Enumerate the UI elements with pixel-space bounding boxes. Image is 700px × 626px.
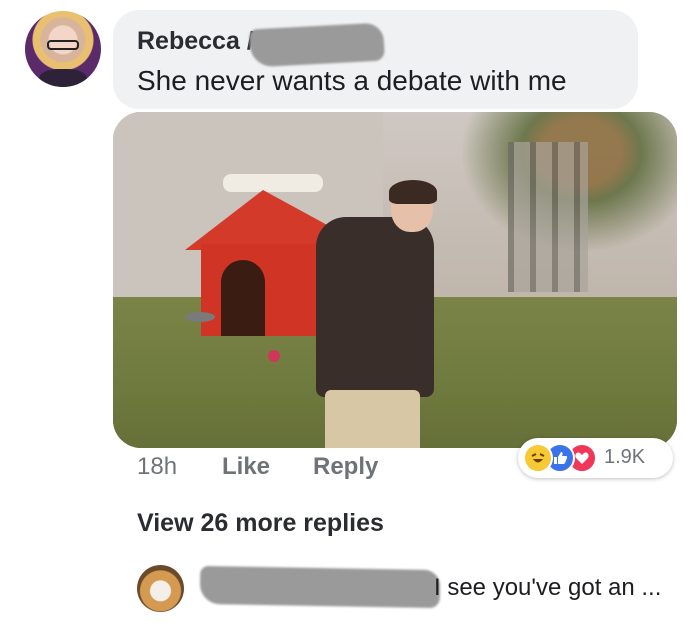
commenter-avatar[interactable] (25, 11, 101, 87)
image-person-hair (389, 180, 437, 204)
comment-timestamp[interactable]: 18h (137, 453, 177, 481)
image-doghouse-door (221, 260, 265, 336)
image-ball (268, 350, 280, 362)
reactions-summary[interactable]: 1.9K (518, 438, 673, 478)
reply-avatar[interactable] (137, 565, 184, 612)
redacted-name-blur (249, 22, 385, 68)
image-person-pants (325, 390, 420, 448)
avatar-glasses (47, 40, 79, 50)
image-bowl (185, 312, 215, 322)
image-window (508, 142, 588, 292)
redacted-reply-name-blur (199, 565, 441, 609)
comment-text: She never wants a debate with me (137, 65, 567, 96)
haha-icon (523, 443, 553, 473)
reply-button[interactable]: Reply (313, 453, 378, 481)
reaction-count: 1.9K (604, 446, 646, 468)
image-person-body (316, 217, 434, 397)
reply-preview-text[interactable]: I see you've got an ... (434, 574, 661, 602)
comment-bubble: Rebecca / She never wants a debate with … (113, 10, 638, 109)
comment-attached-image[interactable] (113, 112, 677, 448)
avatar-shirt (39, 69, 87, 87)
view-more-replies-link[interactable]: View 26 more replies (137, 509, 384, 538)
like-button[interactable]: Like (222, 453, 270, 481)
comment-author-name[interactable]: Rebecca / (137, 27, 254, 56)
